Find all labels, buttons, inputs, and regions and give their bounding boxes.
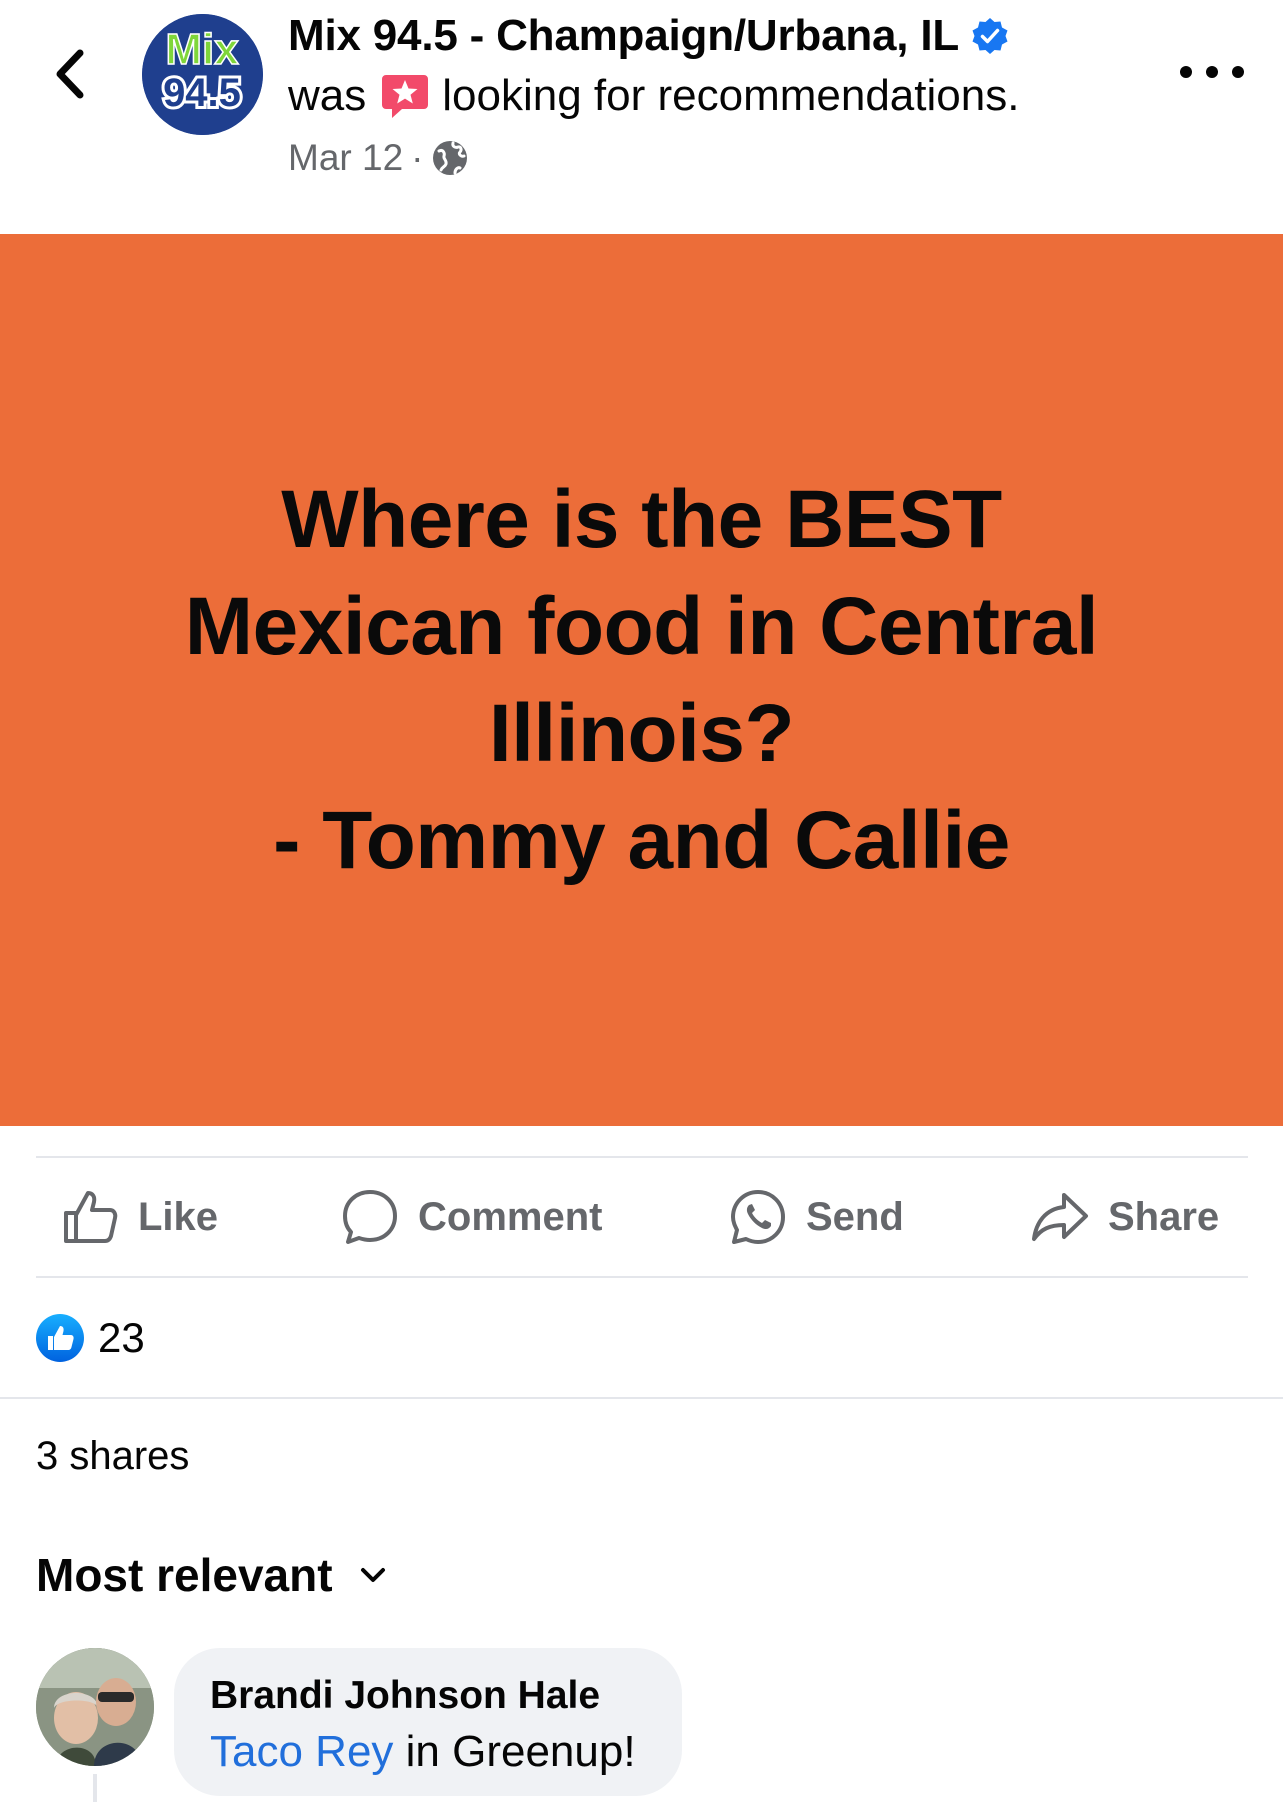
share-button[interactable]: Share bbox=[1030, 1158, 1219, 1276]
activity-line: was looking for recommendations. bbox=[288, 68, 1019, 124]
comment-bubble[interactable]: Brandi Johnson Hale Taco Rey in Greenup! bbox=[174, 1648, 682, 1796]
comment-text: Taco Rey in Greenup! bbox=[210, 1722, 646, 1782]
svg-text:94.5: 94.5 bbox=[163, 71, 241, 115]
action-bar: Like Comment Send Share bbox=[36, 1158, 1248, 1276]
post-header: Mix 94.5 Mix 94.5 - Champaign/Urbana, IL… bbox=[0, 0, 1283, 234]
activity-prefix: was bbox=[288, 71, 367, 120]
activity-text: looking for recommendations. bbox=[442, 71, 1020, 120]
like-button[interactable]: Like bbox=[60, 1158, 218, 1276]
send-button[interactable]: Send bbox=[728, 1158, 904, 1276]
commenter-photo bbox=[36, 1648, 154, 1766]
shares-count[interactable]: 3 shares bbox=[36, 1434, 189, 1479]
meta-separator: · bbox=[411, 137, 424, 178]
back-button[interactable] bbox=[48, 44, 92, 104]
chevron-down-icon bbox=[360, 1568, 385, 1582]
post-date[interactable]: Mar 12 bbox=[288, 137, 403, 179]
post-text-line: - Tommy and Callie bbox=[273, 795, 1010, 886]
like-reaction-icon bbox=[36, 1314, 84, 1362]
comment-thread-line bbox=[93, 1774, 97, 1802]
recommendation-star-icon bbox=[382, 75, 429, 118]
comment-author[interactable]: Brandi Johnson Hale bbox=[210, 1670, 646, 1722]
svg-text:Mix: Mix bbox=[165, 25, 239, 74]
more-dot-icon bbox=[1232, 66, 1244, 78]
page-avatar[interactable]: Mix 94.5 bbox=[142, 14, 263, 135]
commenter-avatar[interactable] bbox=[36, 1648, 154, 1766]
more-dot-icon bbox=[1180, 66, 1192, 78]
post-text-line: Where is the BEST bbox=[281, 474, 1002, 565]
sort-label: Most relevant bbox=[36, 1549, 333, 1601]
divider bbox=[0, 1397, 1283, 1399]
reactions-summary[interactable]: 23 bbox=[36, 1312, 145, 1364]
comment-button[interactable]: Comment bbox=[340, 1158, 602, 1276]
comment-mention-link[interactable]: Taco Rey bbox=[210, 1727, 393, 1776]
post-image-text: Where is the BEST Mexican food in Centra… bbox=[184, 466, 1099, 894]
more-dot-icon bbox=[1206, 66, 1218, 78]
globe-icon bbox=[433, 141, 468, 175]
comment-body: in Greenup! bbox=[393, 1727, 636, 1776]
whatsapp-icon bbox=[731, 1190, 785, 1244]
share-arrow-icon bbox=[1032, 1193, 1088, 1241]
post-meta: Mar 12 · bbox=[288, 134, 469, 182]
verified-badge-icon bbox=[972, 18, 1008, 54]
post-text-line: Illinois? bbox=[488, 688, 795, 779]
divider bbox=[36, 1276, 1248, 1278]
comment-sort-dropdown[interactable]: Most relevant bbox=[36, 1546, 389, 1604]
page-name-line: Mix 94.5 - Champaign/Urbana, IL bbox=[288, 10, 1009, 62]
send-label: Send bbox=[806, 1194, 904, 1239]
chevron-left-icon bbox=[56, 49, 84, 99]
post-text-line: Mexican food in Central bbox=[184, 581, 1099, 672]
share-label: Share bbox=[1108, 1194, 1220, 1239]
reaction-count: 23 bbox=[98, 1314, 145, 1361]
more-options-button[interactable] bbox=[1180, 52, 1244, 92]
comment-label: Comment bbox=[418, 1194, 603, 1239]
mix-logo: Mix 94.5 bbox=[142, 14, 263, 135]
page-name[interactable]: Mix 94.5 - Champaign/Urbana, IL bbox=[288, 11, 959, 61]
like-label: Like bbox=[138, 1194, 219, 1239]
comment-bubble-icon bbox=[343, 1190, 397, 1244]
post-image[interactable]: Where is the BEST Mexican food in Centra… bbox=[0, 234, 1283, 1126]
thumbs-up-icon bbox=[64, 1191, 118, 1243]
